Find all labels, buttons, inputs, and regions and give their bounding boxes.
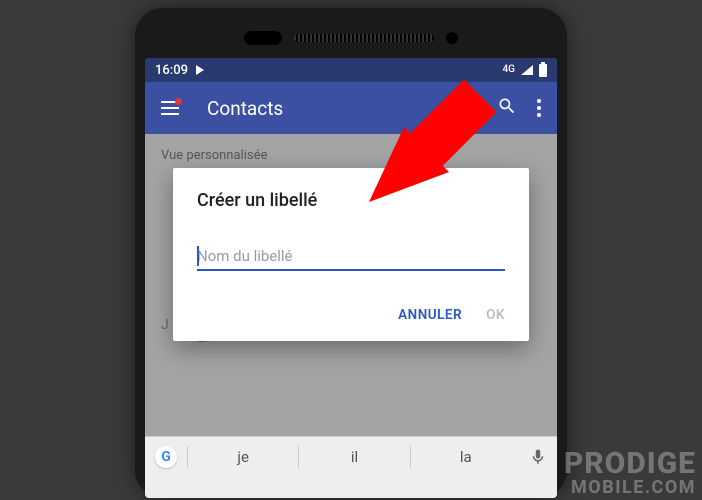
signal-icon [521, 65, 533, 75]
menu-button[interactable] [161, 101, 179, 115]
soft-keyboard[interactable]: G je il la [145, 436, 557, 498]
watermark-line1: PRODIGE [564, 450, 696, 479]
status-bar: 16:09 4G [145, 58, 557, 82]
suggestion-3[interactable]: la [410, 446, 521, 468]
app-title: Contacts [207, 97, 497, 120]
search-button[interactable] [497, 96, 517, 120]
status-time: 16:09 [155, 63, 188, 78]
google-icon[interactable]: G [155, 446, 177, 468]
speaker-grille [294, 34, 434, 42]
app-bar: Contacts [145, 82, 557, 134]
battery-icon [539, 64, 547, 77]
text-cursor [197, 246, 199, 266]
mic-icon[interactable] [529, 448, 547, 466]
screen: 16:09 4G Contacts Vue personnali [145, 58, 557, 498]
sensor-dot [446, 32, 458, 44]
label-name-input[interactable] [197, 243, 505, 271]
suggestion-1[interactable]: je [187, 446, 298, 468]
phone-frame: 16:09 4G Contacts Vue personnali [135, 8, 567, 498]
create-label-dialog: Créer un libellé ANNULER OK [173, 168, 529, 341]
notification-dot-icon [175, 98, 182, 105]
phone-hardware-top [145, 18, 557, 58]
ok-button[interactable]: OK [486, 307, 505, 323]
dialog-title: Créer un libellé [197, 190, 505, 211]
watermark: PRODIGE MOBILE.COM [564, 450, 696, 496]
suggestion-2[interactable]: il [298, 446, 409, 468]
cancel-button[interactable]: ANNULER [398, 307, 462, 323]
play-store-icon [196, 65, 204, 75]
more-button[interactable] [537, 99, 541, 117]
network-label: 4G [503, 65, 516, 75]
camera-cutout [244, 31, 282, 45]
watermark-line2: MOBILE.COM [564, 479, 696, 496]
